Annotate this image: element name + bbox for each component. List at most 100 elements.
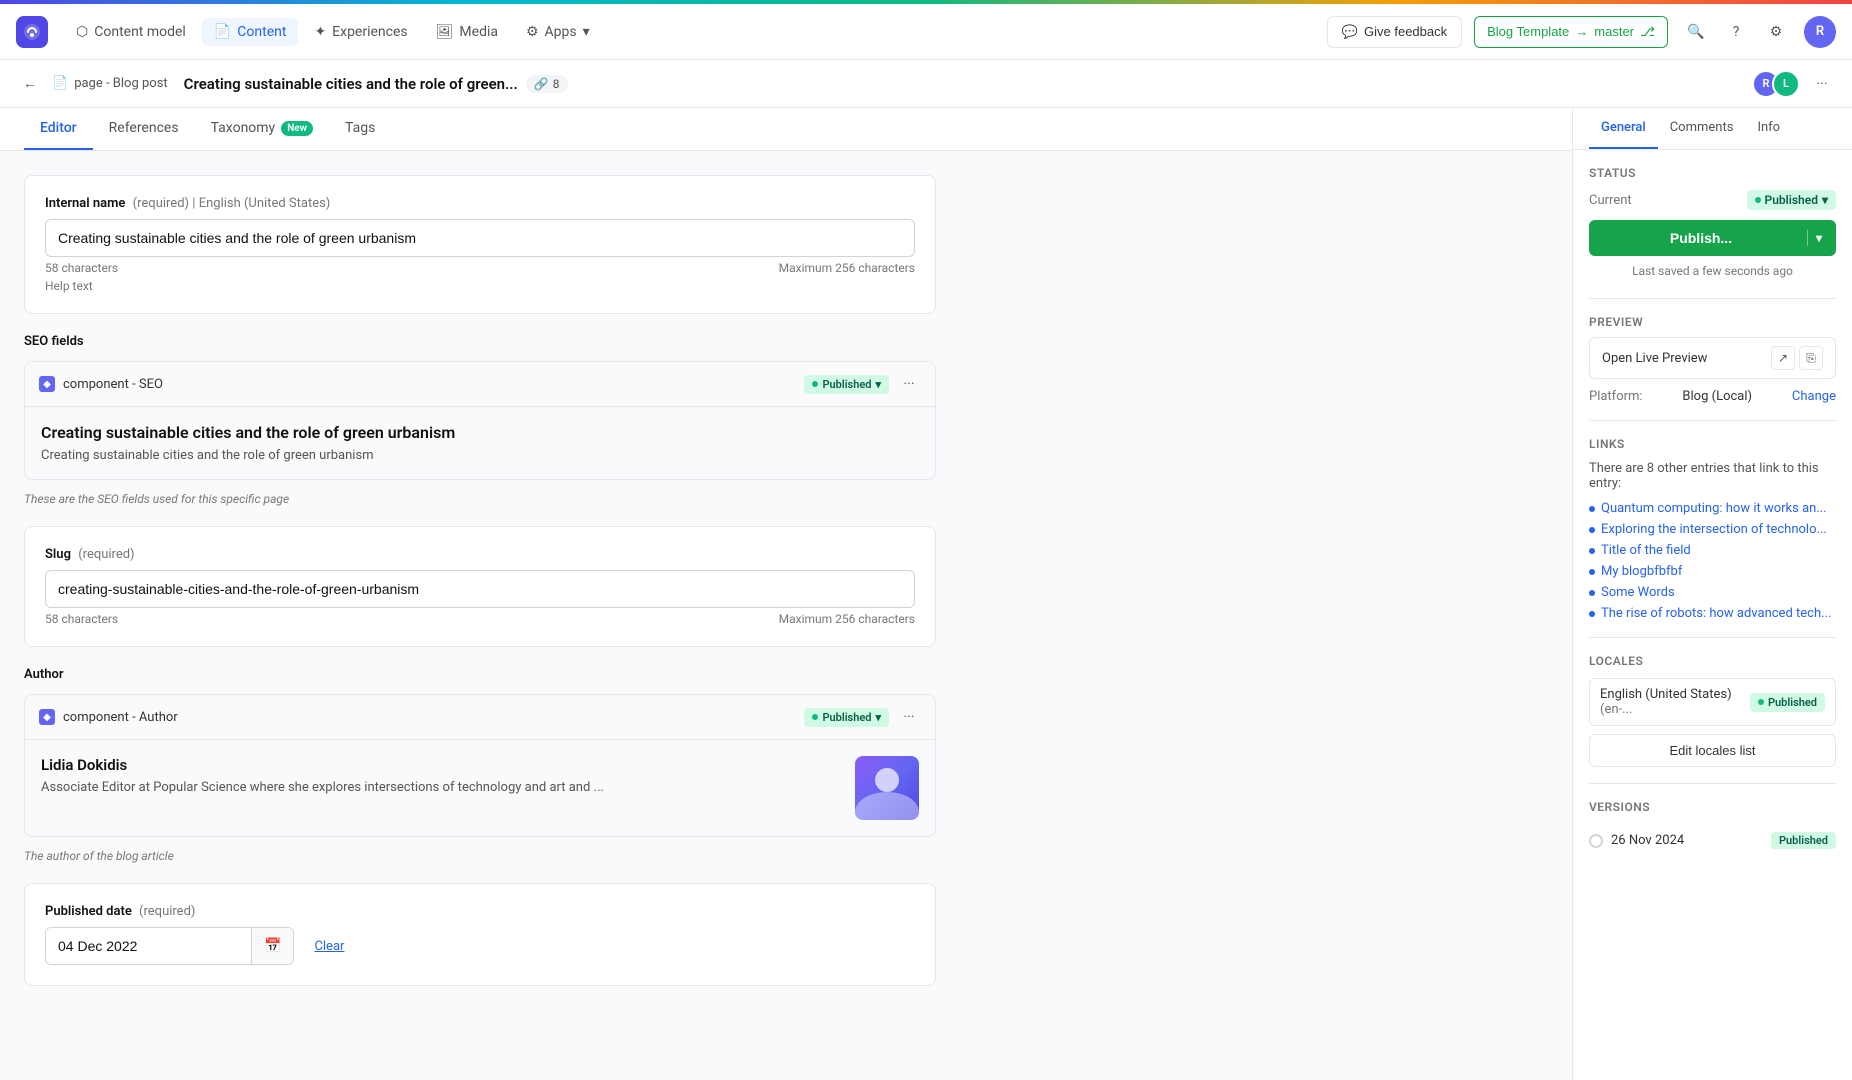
tab-taxonomy-label: Taxonomy (211, 120, 276, 136)
date-input[interactable] (46, 928, 251, 964)
link-2[interactable]: Exploring the intersection of technolo..… (1601, 522, 1827, 537)
version-radio[interactable] (1589, 834, 1603, 848)
breadcrumb-icon: 📄 (52, 76, 68, 91)
user-avatar[interactable]: R (1804, 16, 1836, 48)
date-input-row: 📅 Clear (45, 927, 915, 965)
slug-char-count: 58 characters (45, 612, 118, 626)
more-options-button[interactable]: ··· (1808, 70, 1836, 98)
slug-label: Slug (required) (45, 547, 915, 562)
seo-component-name: component - SEO (63, 377, 796, 392)
internal-name-meta: 58 characters Maximum 256 characters (45, 261, 915, 275)
author-component-card: ◆ component - Author Published ▾ ··· Lid… (24, 694, 936, 837)
experiences-icon: ✦ (314, 24, 326, 40)
slug-section: Slug (required) 58 characters Maximum 25… (24, 526, 936, 647)
nav-apps[interactable]: ⚙ Apps ▾ (514, 18, 602, 46)
nav-experiences[interactable]: ✦ Experiences (302, 18, 419, 46)
link-5[interactable]: Some Words (1601, 585, 1675, 600)
copy-link-icon[interactable]: ⎘ (1799, 346, 1823, 370)
main-layout: Editor References Taxonomy New Tags Inte… (0, 108, 1852, 1080)
nav-media[interactable]: 🖼 Media (424, 18, 510, 46)
tab-tags[interactable]: Tags (329, 108, 391, 150)
external-link-icon[interactable]: ↗ (1771, 346, 1795, 370)
sidebar-tab-info[interactable]: Info (1745, 108, 1792, 149)
author-section: Author ◆ component - Author Published ▾ … (24, 667, 936, 863)
link-badge[interactable]: 🔗 8 (526, 75, 568, 93)
search-button[interactable]: 🔍 (1680, 16, 1712, 48)
divider-2 (1589, 420, 1836, 421)
back-button[interactable]: ← (16, 70, 44, 98)
last-saved: Last saved a few seconds ago (1589, 264, 1836, 278)
right-sidebar: General Comments Info Status Current Pub… (1572, 108, 1852, 1080)
version-status-badge: Published (1771, 832, 1836, 849)
open-preview-button[interactable]: Open Live Preview ↗ ⎘ (1589, 337, 1836, 379)
bullet-3 (1589, 548, 1595, 554)
divider-3 (1589, 637, 1836, 638)
seo-component-card: ◆ component - SEO Published ▾ ··· Creati… (24, 361, 936, 480)
bullet-2 (1589, 527, 1595, 533)
divider-4 (1589, 783, 1836, 784)
locales-section: Locales English (United States) (en-... … (1589, 654, 1836, 767)
tab-editor-label: Editor (40, 120, 77, 136)
change-platform-button[interactable]: Change (1792, 389, 1836, 404)
sidebar-tab-general[interactable]: General (1589, 108, 1658, 149)
author-published-badge[interactable]: Published ▾ (804, 708, 889, 727)
link-6[interactable]: The rise of robots: how advanced tech... (1601, 606, 1831, 621)
secondary-nav-right: R L ··· (1752, 70, 1836, 98)
feedback-icon: 💬 (1342, 24, 1358, 40)
link-3[interactable]: Title of the field (1601, 543, 1691, 558)
branch-name: master (1594, 24, 1634, 39)
locale-name: English (United States) (199, 196, 331, 211)
calendar-icon[interactable]: 📅 (251, 928, 293, 964)
seo-component-icon: ◆ (39, 376, 55, 392)
clear-date-button[interactable]: Clear (314, 939, 344, 954)
help-button[interactable]: ? (1720, 16, 1752, 48)
author-more-button[interactable]: ··· (897, 705, 921, 729)
taxonomy-badge: New (281, 121, 313, 136)
links-section: Links There are 8 other entries that lin… (1589, 437, 1836, 621)
list-item: Exploring the intersection of technolo..… (1589, 522, 1836, 537)
seo-component-header: ◆ component - SEO Published ▾ ··· (25, 362, 935, 407)
publish-btn-divider (1807, 230, 1808, 246)
seo-published-badge[interactable]: Published ▾ (804, 375, 889, 394)
status-section-title: Status (1589, 166, 1836, 180)
slug-input[interactable] (45, 570, 915, 608)
char-count: 58 characters (45, 261, 118, 275)
nav-content[interactable]: 📄 Content (202, 18, 299, 46)
link-4[interactable]: My blogbfbfbf (1601, 564, 1682, 579)
edit-locales-button[interactable]: Edit locales list (1589, 734, 1836, 767)
give-feedback-button[interactable]: 💬 Give feedback (1327, 16, 1462, 48)
branch-icon: ⎇ (1640, 24, 1655, 40)
publish-button[interactable]: Publish... ▾ (1589, 220, 1836, 256)
link-1[interactable]: Quantum computing: how it works an... (1601, 501, 1827, 516)
nav-content-model[interactable]: ⬡ Content model (64, 18, 198, 46)
tab-references[interactable]: References (93, 108, 195, 150)
internal-name-input[interactable] (45, 219, 915, 257)
bullet-6 (1589, 611, 1595, 617)
top-nav: ⬡ Content model 📄 Content ✦ Experiences … (0, 4, 1852, 60)
bullet-4 (1589, 569, 1595, 575)
seo-more-button[interactable]: ··· (897, 372, 921, 396)
locale-status-badge: Published (1750, 693, 1825, 712)
status-dot (1755, 197, 1761, 203)
tab-editor[interactable]: Editor (24, 108, 93, 150)
slug-max-chars: Maximum 256 characters (779, 612, 915, 626)
platform-value: Blog (Local) (1682, 389, 1752, 404)
published-date-label: Published date (required) (45, 904, 915, 919)
blog-template-button[interactable]: Blog Template → master ⎇ (1474, 16, 1668, 48)
settings-button[interactable]: ⚙ (1760, 16, 1792, 48)
seo-section-label: SEO fields (24, 334, 936, 349)
tab-taxonomy[interactable]: Taxonomy New (195, 108, 329, 150)
list-item: Quantum computing: how it works an... (1589, 501, 1836, 516)
locales-section-title: Locales (1589, 654, 1836, 668)
required-indicator: (required) (133, 196, 189, 211)
tab-tags-label: Tags (345, 120, 375, 136)
divider-1 (1589, 298, 1836, 299)
locale-name: English (United States) (en-... (1600, 687, 1750, 717)
publish-button-label: Publish... (1603, 230, 1799, 246)
sidebar-tab-comments[interactable]: Comments (1658, 108, 1746, 149)
link-icon: 🔗 (534, 77, 549, 91)
nav-content-label: Content (237, 24, 286, 40)
page-title: Creating sustainable cities and the role… (184, 75, 518, 93)
content-area: Editor References Taxonomy New Tags Inte… (0, 108, 1572, 1080)
edit-locales-label: Edit locales list (1670, 743, 1756, 758)
